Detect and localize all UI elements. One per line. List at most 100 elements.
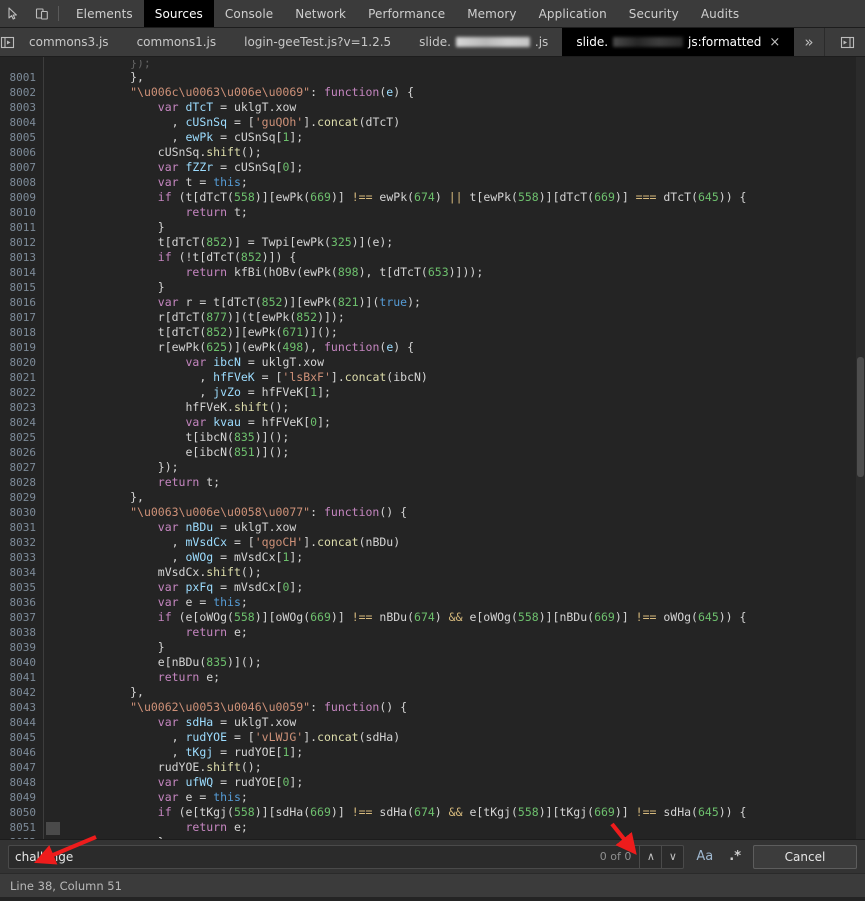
code-line[interactable]: , oWOg = mVsdCx[1]; [44, 550, 865, 565]
code-line[interactable]: , jvZo = hfFVeK[1]; [44, 385, 865, 400]
tab-overflow-button[interactable]: » [794, 28, 823, 56]
code-line[interactable]: hfFVeK.shift(); [44, 400, 865, 415]
search-previous-button[interactable]: ∧ [639, 845, 661, 868]
code-line[interactable]: var t = this; [44, 175, 865, 190]
panel-tab-network[interactable]: Network [284, 0, 357, 27]
editor-vertical-scrollbar[interactable] [856, 57, 865, 839]
line-number: 8010 [9, 206, 37, 219]
code-line[interactable]: "\u0062\u0053\u0046\u0059": function() { [44, 700, 865, 715]
code-line[interactable]: var sdHa = uklgT.xow [44, 715, 865, 730]
code-token: ]. [303, 535, 318, 549]
inspect-cursor-icon[interactable] [0, 0, 28, 27]
code-line[interactable]: t[ibcN(835)](); [44, 430, 865, 445]
code-line[interactable]: if (e[oWOg(558)][oWOg(669)] !== nBDu(674… [44, 610, 865, 625]
code-line[interactable]: t[dTcT(852)][ewPk(671)](); [44, 325, 865, 340]
code-token: === [635, 190, 657, 204]
code-line[interactable]: var e = this; [44, 790, 865, 805]
regex-toggle[interactable]: .* [725, 847, 745, 866]
code-line[interactable]: var ufWQ = rudYOE[0]; [44, 775, 865, 790]
code-line[interactable]: } [44, 220, 865, 235]
code-line[interactable]: var nBDu = uklgT.xow [44, 520, 865, 535]
code-line[interactable]: return kfBi(hOBv(ewPk(898), t[dTcT(653)]… [44, 265, 865, 280]
code-token: 'vLWJG' [254, 730, 304, 744]
code-line[interactable]: if (!t[dTcT(852)]) { [44, 250, 865, 265]
scrollbar-thumb[interactable] [857, 357, 864, 477]
file-tab-3[interactable]: slide. .js [405, 28, 562, 56]
cancel-button[interactable]: Cancel [753, 844, 857, 869]
code-line[interactable]: var e = this; [44, 595, 865, 610]
code-line[interactable]: var ibcN = uklgT.xow [44, 355, 865, 370]
code-line[interactable]: var r = t[dTcT(852)][ewPk(821)](true); [44, 295, 865, 310]
show-navigator-icon[interactable] [0, 28, 15, 56]
code-line[interactable]: if (t[dTcT(558)][ewPk(669)] !== ewPk(674… [44, 190, 865, 205]
code-line[interactable]: rudYOE.shift(); [44, 760, 865, 775]
code-token: dTcT [199, 190, 228, 204]
code-line[interactable]: mVsdCx.shift(); [44, 565, 865, 580]
code-token: r[dTcT( [47, 310, 207, 324]
code-line[interactable]: , cUSnSq = ['guQOh'].concat(dTcT) [44, 115, 865, 130]
code-line[interactable]: , mVsdCx = ['qgoCH'].concat(nBDu) [44, 535, 865, 550]
code-line[interactable]: } [44, 640, 865, 655]
code-token: t[dTcT( [47, 235, 207, 249]
show-debugger-sidebar-icon[interactable] [833, 35, 863, 50]
code-line[interactable]: var dTcT = uklgT.xow [44, 100, 865, 115]
code-line[interactable]: var fZZr = cUSnSq[0]; [44, 160, 865, 175]
code-token: e[ibcN( [47, 445, 234, 459]
code-line[interactable]: var pxFq = mVsdCx[0]; [44, 580, 865, 595]
panel-tab-audits[interactable]: Audits [690, 0, 750, 27]
code-line[interactable]: cUSnSq.shift(); [44, 145, 865, 160]
code-line[interactable]: return e; [44, 625, 865, 640]
code-line[interactable]: }); [44, 60, 865, 70]
code-line[interactable]: , ewPk = cUSnSq[1]; [44, 130, 865, 145]
code-line[interactable]: var kvau = hfFVeK[0]; [44, 415, 865, 430]
search-input[interactable] [9, 845, 592, 868]
code-line[interactable]: }, [44, 685, 865, 700]
panel-tab-console[interactable]: Console [214, 0, 284, 27]
code-line[interactable]: } [44, 835, 865, 839]
code-token: 669 [594, 610, 615, 624]
code-line[interactable]: if (e[tKgj(558)][sdHa(669)] !== sdHa(674… [44, 805, 865, 820]
code-token: )][ewPk( [227, 325, 283, 339]
code-line[interactable]: e[ibcN(851)](); [44, 445, 865, 460]
code-line[interactable]: , hfFVeK = ['lsBxF'].concat(ibcN) [44, 370, 865, 385]
code-line[interactable]: } [44, 280, 865, 295]
file-tab-active[interactable]: slide. js:formatted × [562, 28, 795, 56]
close-icon[interactable]: × [769, 36, 780, 49]
code-line[interactable]: , tKgj = rudYOE[1]; [44, 745, 865, 760]
code-token: if [157, 610, 172, 624]
file-tab-1[interactable]: commons1.js [123, 28, 231, 56]
code-line[interactable]: r[dTcT(877)](t[ewPk(852)]); [44, 310, 865, 325]
code-line[interactable]: "\u006c\u0063\u006e\u0069": function(e) … [44, 85, 865, 100]
code-line[interactable]: return t; [44, 475, 865, 490]
panel-tab-elements[interactable]: Elements [65, 0, 144, 27]
panel-tab-application[interactable]: Application [528, 0, 618, 27]
code-line[interactable]: "\u0063\u006e\u0058\u0077": function() { [44, 505, 865, 520]
code-content[interactable]: }); }, "\u006c\u0063\u006e\u0069": funct… [44, 57, 865, 839]
search-next-button[interactable]: ∨ [661, 845, 683, 868]
panel-tab-memory[interactable]: Memory [456, 0, 527, 27]
code-line[interactable]: }); [44, 460, 865, 475]
code-token: var [157, 100, 179, 114]
code-line[interactable]: e[nBDu(835)](); [44, 655, 865, 670]
file-tab-list: commons3.js commons1.js login-geeTest.js?v… [15, 28, 795, 56]
device-toolbar-icon[interactable] [28, 0, 56, 27]
code-line[interactable]: return e; [44, 820, 865, 835]
code-line[interactable]: return t; [44, 205, 865, 220]
code-line[interactable]: t[dTcT(852)] = Twpi[ewPk(325)](e); [44, 235, 865, 250]
file-tab-0[interactable]: commons3.js [15, 28, 123, 56]
source-code-editor[interactable]: 8000800180028003800480058006800780088009… [0, 57, 865, 839]
file-tab-2[interactable]: login-geeTest.js?v=1.2.5 [230, 28, 405, 56]
code-line[interactable]: return e; [44, 670, 865, 685]
match-case-toggle[interactable]: Aa [692, 847, 717, 866]
search-field-wrapper[interactable]: 0 of 0 ∧ ∨ [8, 844, 685, 869]
code-line[interactable]: r[ewPk(625)](ewPk(498), function(e) { [44, 340, 865, 355]
panel-tab-sources[interactable]: Sources [143, 0, 214, 27]
code-token: return [185, 265, 228, 279]
code-line[interactable]: }, [44, 70, 865, 85]
panel-tab-security[interactable]: Security [618, 0, 690, 27]
code-line[interactable]: }, [44, 490, 865, 505]
panel-tab-performance[interactable]: Performance [357, 0, 456, 27]
code-token: ]; [317, 415, 331, 429]
code-line[interactable]: , rudYOE = ['vLWJG'].concat(sdHa) [44, 730, 865, 745]
